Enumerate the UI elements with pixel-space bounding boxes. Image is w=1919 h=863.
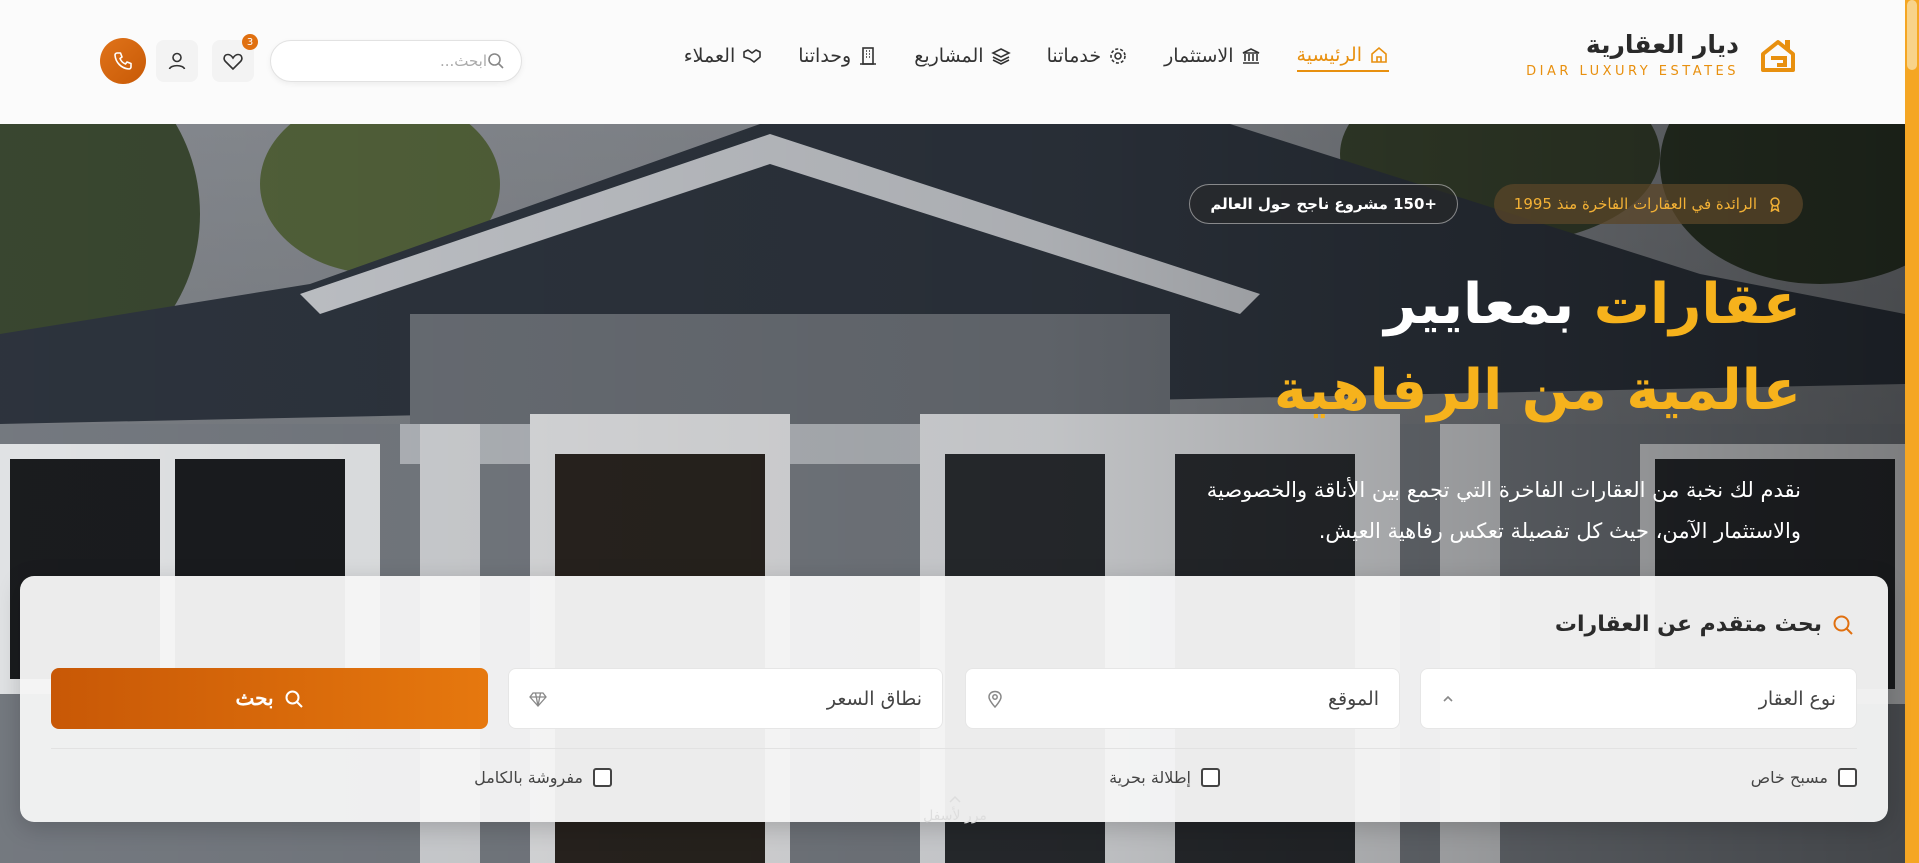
diamond-icon bbox=[529, 691, 547, 707]
option-fully-furnished[interactable]: مفروشة بالكامل bbox=[474, 768, 612, 787]
brand-tagline: DIAR LUXURY ESTATES bbox=[1526, 64, 1739, 79]
main-nav: الرئيسية الاستثمار خدماتنا المشاريع وحدا… bbox=[684, 44, 1389, 72]
nav-item-investment[interactable]: الاستثمار bbox=[1164, 44, 1260, 72]
hero-title-line2: عالمية من الرفاهية bbox=[1273, 358, 1801, 423]
map-pin-icon bbox=[988, 690, 1002, 708]
property-type-select[interactable]: نوع العقار bbox=[1420, 668, 1857, 729]
panel-title: بحث متقدم عن العقارات bbox=[1555, 612, 1854, 637]
search-button-label: بحث bbox=[235, 688, 274, 710]
nav-item-label: الرئيسية bbox=[1296, 44, 1362, 66]
search-input[interactable] bbox=[287, 52, 487, 70]
hero-title-line1: عقارات بمعايير bbox=[1274, 262, 1801, 348]
handshake-icon bbox=[743, 49, 762, 63]
phone-icon bbox=[114, 52, 132, 70]
favorites-button[interactable]: 3 bbox=[212, 34, 258, 82]
scrollbar-thumb[interactable] bbox=[1907, 0, 1917, 70]
call-button[interactable] bbox=[100, 38, 146, 84]
brand-name: ديار العقارية bbox=[1585, 30, 1739, 59]
hero-title-white: بمعايير bbox=[1384, 272, 1575, 337]
nav-item-label: العملاء bbox=[683, 45, 736, 67]
site-header: ديار العقارية DIAR LUXURY ESTATES الرئيس… bbox=[0, 0, 1919, 124]
nav-item-label: المشاريع bbox=[914, 45, 984, 67]
private-pool-checkbox[interactable] bbox=[1838, 768, 1857, 787]
brand[interactable]: ديار العقارية DIAR LUXURY ESTATES bbox=[1526, 30, 1799, 79]
nav-item-label: الاستثمار bbox=[1164, 45, 1234, 67]
gear-icon bbox=[1110, 48, 1126, 64]
header-search[interactable] bbox=[270, 40, 522, 82]
option-private-pool[interactable]: مسبح خاص bbox=[1751, 768, 1857, 787]
advanced-search-panel: بحث متقدم عن العقارات نوع العقار الموقع … bbox=[20, 576, 1888, 822]
nav-item-services[interactable]: خدماتنا bbox=[1047, 44, 1129, 72]
search-icon bbox=[1833, 615, 1853, 635]
projects-badge-text: +150 مشروع ناجح حول العالم bbox=[1210, 195, 1437, 213]
home-icon bbox=[1371, 46, 1387, 63]
chevron-up-icon bbox=[1443, 695, 1453, 702]
projects-badge: +150 مشروع ناجح حول العالم bbox=[1189, 184, 1458, 224]
search-icon bbox=[285, 690, 303, 708]
favorites-count-badge: 3 bbox=[242, 34, 258, 50]
nav-item-label: خدماتنا bbox=[1046, 45, 1102, 67]
panel-title-text: بحث متقدم عن العقارات bbox=[1554, 612, 1822, 637]
bank-icon bbox=[1242, 48, 1259, 64]
nav-item-clients[interactable]: العملاء bbox=[684, 44, 763, 72]
account-button[interactable] bbox=[156, 40, 198, 82]
scroll-down-hint[interactable]: مرر لأسفل bbox=[922, 792, 988, 824]
nav-item-home[interactable]: الرئيسية bbox=[1296, 44, 1389, 72]
hero-description: نقدم لك نخبة من العقارات الفاخرة التي تج… bbox=[1206, 478, 1801, 543]
panel-divider bbox=[51, 748, 1857, 749]
price-range-field[interactable]: نطاق السعر bbox=[508, 668, 943, 729]
heart-icon bbox=[223, 53, 243, 71]
hero-title: عقارات بمعايير عالمية من الرفاهية bbox=[1274, 262, 1801, 434]
scroll-down-label: مرر لأسفل bbox=[923, 808, 987, 824]
chevron-up-icon bbox=[949, 795, 961, 803]
nav-item-projects[interactable]: المشاريع bbox=[914, 44, 1011, 72]
sea-view-label: إطلالة بحرية bbox=[1109, 768, 1191, 787]
search-icon bbox=[488, 53, 504, 69]
building-icon bbox=[860, 47, 877, 65]
scrollbar[interactable] bbox=[1905, 0, 1919, 863]
established-badge: الرائدة في العقارات الفاخرة منذ 1995 bbox=[1493, 184, 1803, 224]
nav-item-label: وحداتنا bbox=[798, 45, 852, 67]
hero-title-gold: عقارات bbox=[1593, 272, 1801, 337]
price-range-label: نطاق السعر bbox=[826, 687, 922, 710]
award-icon bbox=[1770, 197, 1780, 212]
established-badge-text: الرائدة في العقارات الفاخرة منذ 1995 bbox=[1513, 195, 1757, 213]
search-button[interactable]: بحث bbox=[51, 668, 488, 729]
private-pool-label: مسبح خاص bbox=[1750, 768, 1828, 787]
nav-item-units[interactable]: وحداتنا bbox=[798, 44, 878, 72]
location-field[interactable]: الموقع bbox=[965, 668, 1400, 729]
property-type-label: نوع العقار bbox=[1758, 687, 1836, 710]
layers-icon bbox=[990, 48, 1011, 65]
user-icon bbox=[168, 52, 186, 70]
fully-furnished-label: مفروشة بالكامل bbox=[474, 768, 583, 787]
logo-icon bbox=[1761, 39, 1795, 72]
fully-furnished-checkbox[interactable] bbox=[593, 768, 612, 787]
location-label: الموقع bbox=[1327, 687, 1379, 710]
option-sea-view[interactable]: إطلالة بحرية bbox=[1109, 768, 1220, 787]
sea-view-checkbox[interactable] bbox=[1201, 768, 1220, 787]
